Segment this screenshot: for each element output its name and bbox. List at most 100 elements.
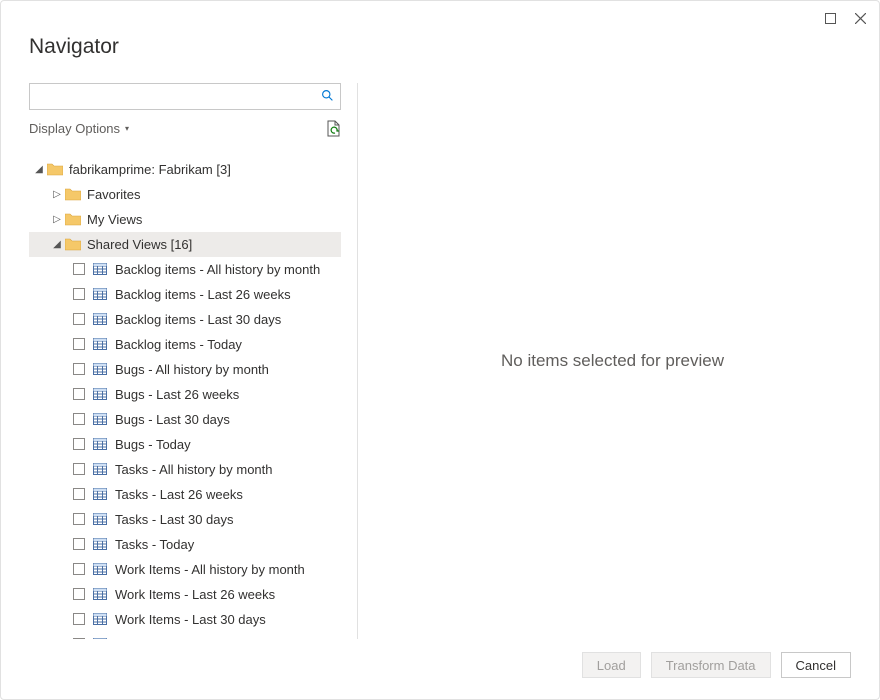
- table-icon: [93, 313, 107, 325]
- tree-leaf-item[interactable]: Bugs - All history by month: [29, 357, 341, 382]
- table-icon: [93, 288, 107, 300]
- checkbox[interactable]: [73, 588, 85, 600]
- table-icon: [93, 438, 107, 450]
- checkbox[interactable]: [73, 613, 85, 625]
- expand-icon[interactable]: ▷: [51, 214, 63, 225]
- maximize-icon: [825, 13, 836, 24]
- checkbox[interactable]: [73, 288, 85, 300]
- tree-node-my-views[interactable]: ▷ My Views: [29, 207, 341, 232]
- display-options-label: Display Options: [29, 121, 120, 136]
- tree-leaf-item[interactable]: Backlog items - Last 26 weeks: [29, 282, 341, 307]
- display-options-dropdown[interactable]: Display Options ▾: [29, 121, 129, 136]
- tree-leaf-label: Work Items - All history by month: [115, 562, 305, 577]
- titlebar: [1, 1, 879, 35]
- tree-leaf-label: Backlog items - Last 30 days: [115, 312, 281, 327]
- dialog-footer: Load Transform Data Cancel: [1, 649, 879, 699]
- checkbox[interactable]: [73, 563, 85, 575]
- checkbox[interactable]: [73, 388, 85, 400]
- table-icon: [93, 363, 107, 375]
- table-icon: [93, 613, 107, 625]
- checkbox[interactable]: [73, 413, 85, 425]
- tree-leaf-label: Tasks - Last 26 weeks: [115, 487, 243, 502]
- tree-node-label: Favorites: [87, 187, 140, 202]
- tree-leaf-item[interactable]: Backlog items - All history by month: [29, 257, 341, 282]
- checkbox[interactable]: [73, 363, 85, 375]
- cancel-button[interactable]: Cancel: [781, 652, 851, 678]
- table-icon: [93, 563, 107, 575]
- tree-leaf-item[interactable]: Tasks - All history by month: [29, 457, 341, 482]
- maximize-button[interactable]: [819, 7, 841, 29]
- tree-leaf-label: Work Items - Today: [115, 637, 227, 639]
- tree-leaf-label: Bugs - Last 26 weeks: [115, 387, 239, 402]
- tree-leaf-label: Tasks - Today: [115, 537, 194, 552]
- table-icon: [93, 538, 107, 550]
- tree-leaf-item[interactable]: Backlog items - Last 30 days: [29, 307, 341, 332]
- preview-placeholder: No items selected for preview: [501, 351, 724, 371]
- tree-leaf-item[interactable]: Work Items - Last 30 days: [29, 607, 341, 632]
- refresh-file-icon: [326, 120, 341, 137]
- checkbox[interactable]: [73, 338, 85, 350]
- dialog-title: Navigator: [29, 35, 851, 59]
- tree-leaf-label: Work Items - Last 30 days: [115, 612, 266, 627]
- tree-leaf-item[interactable]: Tasks - Last 30 days: [29, 507, 341, 532]
- table-icon: [93, 388, 107, 400]
- tree-leaf-label: Tasks - Last 30 days: [115, 512, 234, 527]
- collapse-icon[interactable]: ◢: [33, 164, 45, 175]
- tree-leaf-item[interactable]: Work Items - Today: [29, 632, 341, 639]
- load-button[interactable]: Load: [582, 652, 641, 678]
- tree-leaf-item[interactable]: Work Items - All history by month: [29, 557, 341, 582]
- dialog-header: Navigator: [1, 35, 879, 73]
- tree-leaf-label: Backlog items - All history by month: [115, 262, 320, 277]
- tree-leaf-label: Backlog items - Today: [115, 337, 242, 352]
- tree-leaf-label: Work Items - Last 26 weeks: [115, 587, 275, 602]
- table-icon: [93, 638, 107, 639]
- checkbox[interactable]: [73, 488, 85, 500]
- table-icon: [93, 488, 107, 500]
- vertical-divider: [357, 83, 358, 639]
- tree-root-label: fabrikamprime: Fabrikam [3]: [69, 162, 231, 177]
- checkbox[interactable]: [73, 638, 85, 639]
- table-icon: [93, 463, 107, 475]
- collapse-icon[interactable]: ◢: [51, 239, 63, 250]
- close-button[interactable]: [849, 7, 871, 29]
- folder-icon: [65, 188, 81, 201]
- tree-leaf-label: Bugs - All history by month: [115, 362, 269, 377]
- refresh-button[interactable]: [326, 120, 341, 137]
- search-input[interactable]: [36, 88, 321, 105]
- table-icon: [93, 338, 107, 350]
- folder-icon: [47, 163, 63, 176]
- tree-node-shared-views[interactable]: ◢ Shared Views [16]: [29, 232, 341, 257]
- tree-leaf-label: Bugs - Today: [115, 437, 191, 452]
- checkbox[interactable]: [73, 513, 85, 525]
- tree-leaf-item[interactable]: Tasks - Last 26 weeks: [29, 482, 341, 507]
- tree-leaf-item[interactable]: Tasks - Today: [29, 532, 341, 557]
- folder-icon: [65, 238, 81, 251]
- preview-pane: No items selected for preview: [374, 83, 851, 639]
- tree-node-favorites[interactable]: ▷ Favorites: [29, 182, 341, 207]
- checkbox[interactable]: [73, 263, 85, 275]
- tree-node-label: Shared Views [16]: [87, 237, 192, 252]
- close-icon: [855, 13, 866, 24]
- left-pane: Display Options ▾ ◢: [29, 83, 341, 639]
- checkbox[interactable]: [73, 538, 85, 550]
- search-icon[interactable]: [321, 89, 334, 105]
- expand-icon[interactable]: ▷: [51, 189, 63, 200]
- table-icon: [93, 588, 107, 600]
- search-box[interactable]: [29, 83, 341, 110]
- tree-leaf-label: Tasks - All history by month: [115, 462, 273, 477]
- transform-data-button[interactable]: Transform Data: [651, 652, 771, 678]
- checkbox[interactable]: [73, 313, 85, 325]
- checkbox[interactable]: [73, 463, 85, 475]
- navigator-dialog: Navigator Display Options ▾: [0, 0, 880, 700]
- table-icon: [93, 263, 107, 275]
- chevron-down-icon: ▾: [125, 124, 129, 133]
- navigator-tree: ◢ fabrikamprime: Fabrikam [3] ▷ Favorite…: [29, 157, 341, 639]
- checkbox[interactable]: [73, 438, 85, 450]
- tree-leaf-item[interactable]: Bugs - Last 26 weeks: [29, 382, 341, 407]
- tree-leaf-item[interactable]: Work Items - Last 26 weeks: [29, 582, 341, 607]
- tree-node-label: My Views: [87, 212, 142, 227]
- tree-root[interactable]: ◢ fabrikamprime: Fabrikam [3]: [29, 157, 341, 182]
- tree-leaf-item[interactable]: Bugs - Last 30 days: [29, 407, 341, 432]
- tree-leaf-item[interactable]: Backlog items - Today: [29, 332, 341, 357]
- tree-leaf-item[interactable]: Bugs - Today: [29, 432, 341, 457]
